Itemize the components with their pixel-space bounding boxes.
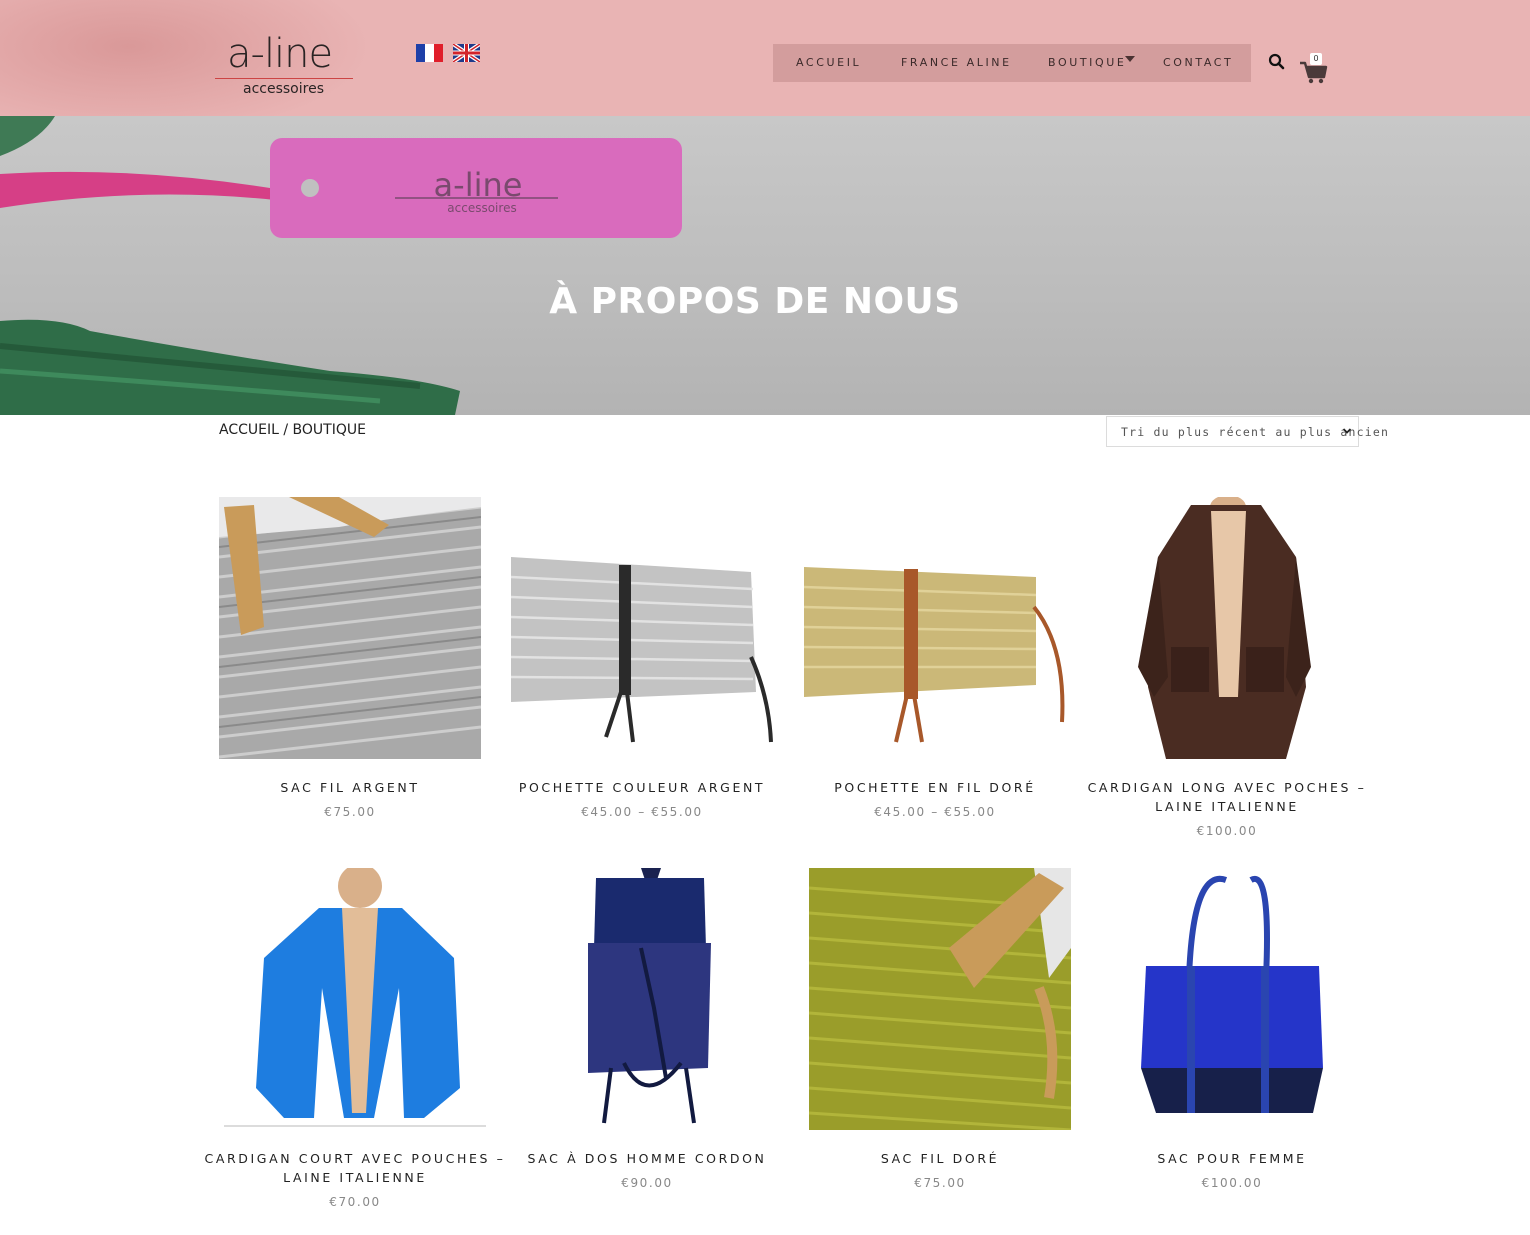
search-icon[interactable] <box>1268 53 1286 71</box>
product-price: €100.00 <box>1196 824 1258 838</box>
product-image[interactable] <box>219 497 481 759</box>
product-price: €45.00 – €55.00 <box>874 805 996 819</box>
product-name[interactable]: SAC À DOS HOMME CORDON <box>496 1149 798 1168</box>
nav-item-boutique[interactable]: BOUTIQUE <box>1048 44 1127 82</box>
product-name[interactable]: CARDIGAN COURT AVEC POUCHES – LAINE ITAL… <box>204 1149 506 1187</box>
product-price: €45.00 – €55.00 <box>581 805 703 819</box>
site-logo[interactable]: a-line accessoires <box>215 30 355 100</box>
logo-tagline: accessoires <box>243 81 324 97</box>
product-name[interactable]: POCHETTE EN FIL DORÉ <box>784 778 1086 797</box>
main-nav: ACCUEIL FRANCE ALINE BOUTIQUE CONTACT <box>773 44 1251 82</box>
product-name[interactable]: SAC FIL ARGENT <box>199 778 501 797</box>
nav-item-accueil[interactable]: ACCUEIL <box>796 44 861 82</box>
product-image[interactable] <box>516 868 778 1130</box>
breadcrumb-current: BOUTIQUE <box>292 422 366 438</box>
product-name[interactable]: POCHETTE COULEUR ARGENT <box>491 778 793 797</box>
product-image[interactable] <box>1096 497 1358 759</box>
logo-underline <box>215 78 353 79</box>
flag-france-icon[interactable] <box>416 44 443 62</box>
page-title: À PROPOS DE NOUS <box>549 281 961 322</box>
product-name[interactable]: SAC FIL DORÉ <box>789 1149 1091 1168</box>
product-price: €100.00 <box>1201 1176 1263 1190</box>
product-image[interactable] <box>511 497 773 759</box>
product-image[interactable] <box>804 497 1066 759</box>
breadcrumb-separator: / <box>278 422 293 438</box>
product-price: €70.00 <box>329 1195 381 1209</box>
hero-banner: a-line accessoires À PROPOS DE NOUS <box>0 116 1530 415</box>
chevron-down-icon <box>1342 428 1352 434</box>
hero-background-image: a-line accessoires <box>0 116 682 415</box>
breadcrumb: ACCUEIL / BOUTIQUE <box>219 422 366 438</box>
nav-item-france-aline[interactable]: FRANCE ALINE <box>901 44 1012 82</box>
svg-text:accessoires: accessoires <box>447 201 516 215</box>
product-image[interactable] <box>1101 868 1363 1130</box>
product-name[interactable]: SAC POUR FEMME <box>1081 1149 1383 1168</box>
product-price: €90.00 <box>621 1176 673 1190</box>
product-name[interactable]: CARDIGAN LONG AVEC POCHES – LAINE ITALIE… <box>1076 778 1378 816</box>
product-price: €75.00 <box>324 805 376 819</box>
site-header: a-line accessoires ACCUEIL FRANCE ALINE … <box>0 0 1530 116</box>
cart-count-badge: 0 <box>1310 53 1322 65</box>
flag-uk-icon[interactable] <box>453 44 480 62</box>
logo-wordmark: a-line <box>227 31 333 77</box>
breadcrumb-home-link[interactable]: ACCUEIL <box>219 422 279 438</box>
nav-item-contact[interactable]: CONTACT <box>1163 44 1233 82</box>
dropdown-caret-icon[interactable] <box>1125 56 1135 62</box>
product-image[interactable] <box>224 868 486 1130</box>
product-image[interactable] <box>809 868 1071 1130</box>
product-price: €75.00 <box>914 1176 966 1190</box>
sort-select[interactable]: Tri du plus récent au plus ancien <box>1106 416 1388 447</box>
